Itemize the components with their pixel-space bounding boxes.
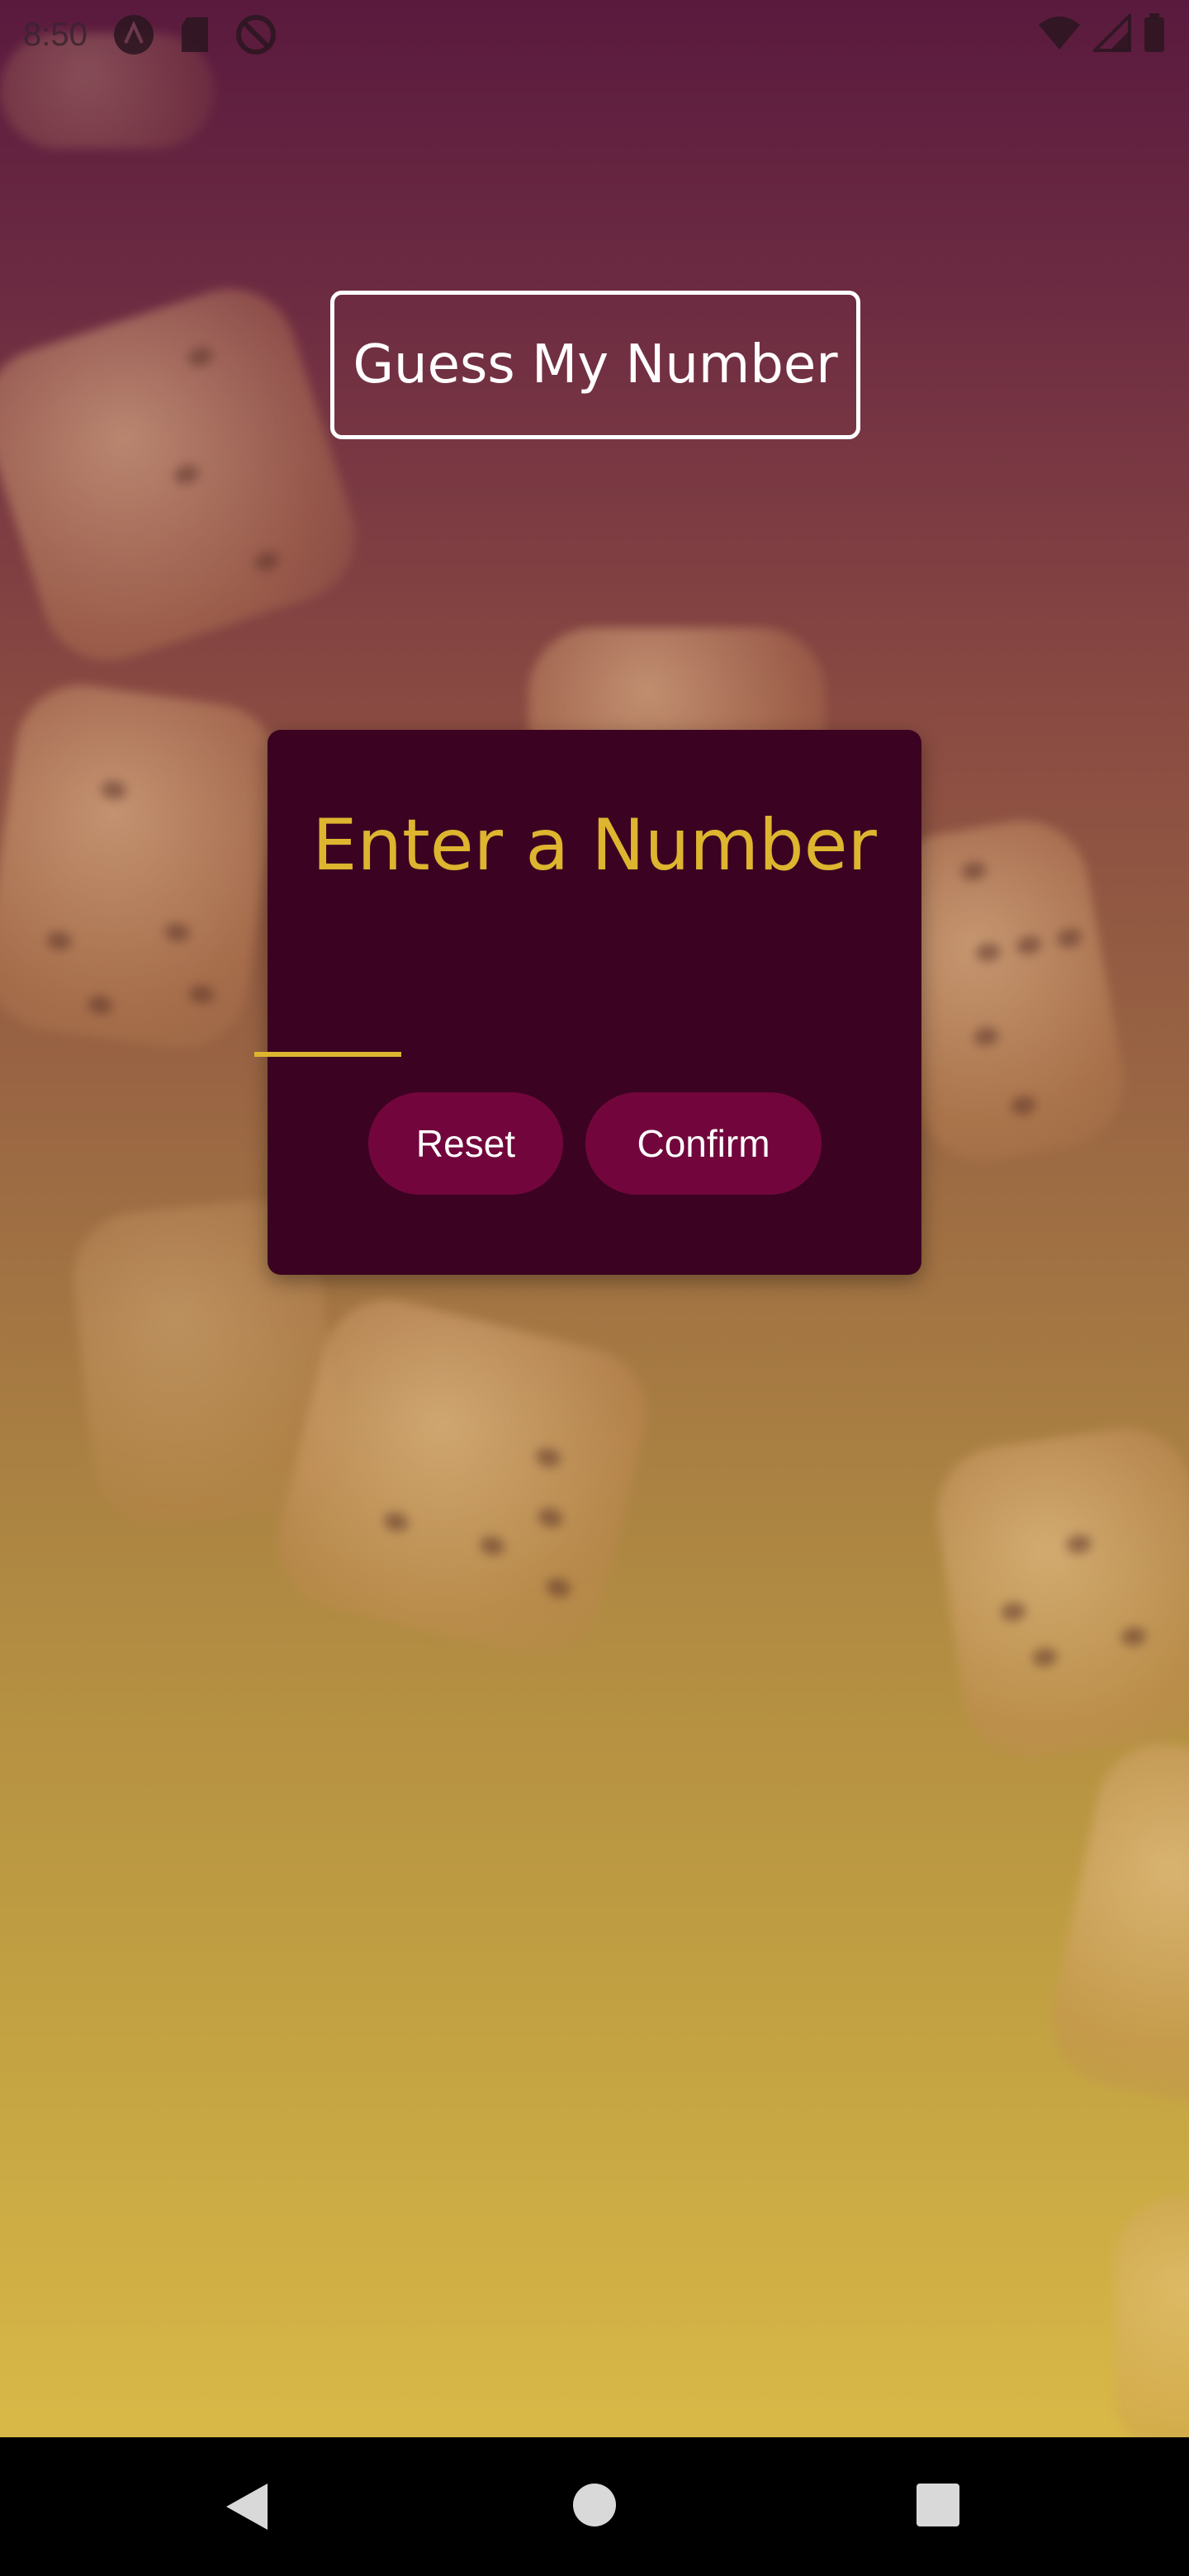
card-title: Enter a Number bbox=[312, 804, 877, 887]
home-icon[interactable] bbox=[573, 2484, 616, 2526]
die-decoration bbox=[1115, 2196, 1189, 2460]
do-not-disturb-icon bbox=[234, 13, 277, 56]
die-decoration bbox=[0, 272, 372, 678]
status-time: 8:50 bbox=[23, 16, 88, 53]
die-decoration bbox=[929, 1420, 1189, 1767]
die-decoration bbox=[1040, 1731, 1189, 2116]
number-input[interactable] bbox=[254, 966, 401, 1057]
back-icon[interactable] bbox=[223, 2480, 272, 2537]
status-right-icons bbox=[1037, 11, 1166, 57]
die-decoration bbox=[0, 676, 287, 1058]
wifi-icon bbox=[1037, 15, 1082, 55]
sd-card-icon bbox=[173, 13, 216, 56]
reset-button-label: Reset bbox=[415, 1122, 516, 1165]
reset-button[interactable]: Reset bbox=[368, 1092, 563, 1195]
screen: 8:50 Guess My Number Enter a Number Rese… bbox=[0, 0, 1189, 2576]
recents-icon[interactable] bbox=[917, 2484, 959, 2526]
app-icon bbox=[112, 13, 155, 56]
confirm-button[interactable]: Confirm bbox=[585, 1092, 822, 1195]
page-title: Guess My Number bbox=[330, 291, 860, 439]
confirm-button-label: Confirm bbox=[637, 1122, 770, 1165]
signal-icon bbox=[1091, 11, 1131, 56]
battery-icon bbox=[1143, 12, 1166, 57]
page-title-text: Guess My Number bbox=[353, 334, 838, 395]
status-bar: 8:50 bbox=[0, 0, 1189, 69]
